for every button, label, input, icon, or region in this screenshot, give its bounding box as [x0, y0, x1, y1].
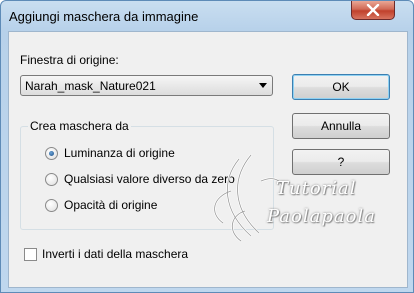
close-button[interactable] [351, 1, 395, 20]
checkbox-label: Inverti i dati della maschera [42, 247, 189, 261]
cancel-button[interactable]: Annulla [292, 113, 390, 139]
close-icon [366, 4, 380, 16]
title-bar[interactable]: Aggiungi maschera da immagine [1, 1, 413, 31]
chevron-down-icon [259, 83, 267, 88]
radio-button[interactable] [45, 173, 58, 186]
radio-label: Opacità di origine [64, 198, 158, 212]
radio-label: Luminanza di origine [64, 146, 175, 160]
source-window-label: Finestra di origine: [20, 53, 119, 67]
source-window-value: Narah_mask_Nature021 [25, 79, 156, 93]
ok-button[interactable]: OK [292, 74, 390, 100]
watermark: Tutorial Paolapaola [201, 151, 401, 251]
group-title: Crea maschera da [28, 119, 131, 133]
radio-button[interactable] [45, 147, 58, 160]
source-window-select[interactable]: Narah_mask_Nature021 [20, 75, 273, 96]
dialog-window: Aggiungi maschera da immagine Finestra d… [0, 0, 414, 293]
checkbox-box[interactable] [24, 248, 37, 261]
window-title: Aggiungi maschera da immagine [9, 9, 199, 24]
flourish-icon [213, 153, 285, 243]
radio-button[interactable] [45, 199, 58, 212]
watermark-line-2: Paolapaola [267, 206, 376, 227]
watermark-line-1: Tutorial [276, 178, 357, 199]
